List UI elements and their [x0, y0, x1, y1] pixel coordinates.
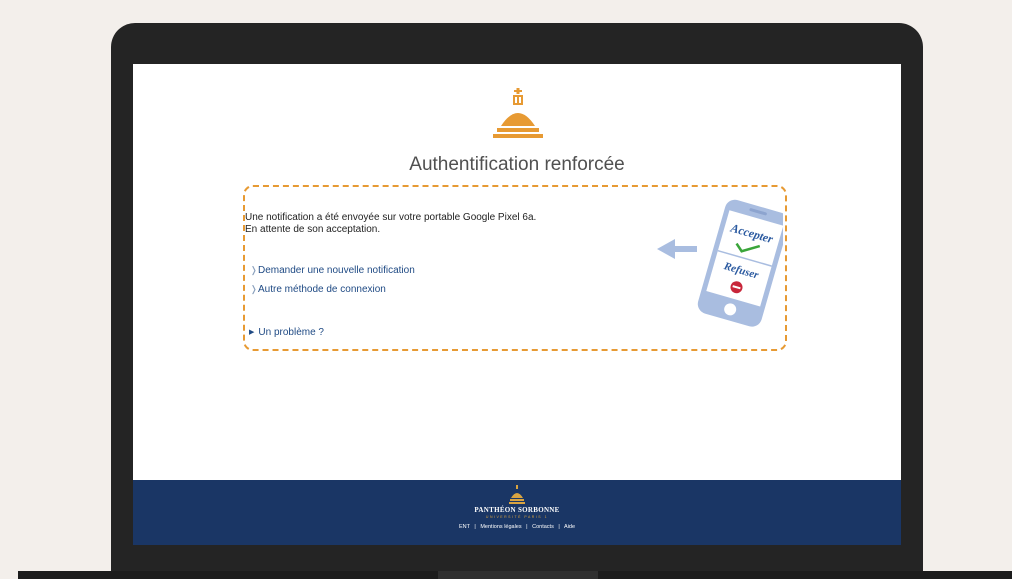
footer-separator: |: [558, 524, 560, 530]
footer-separator: |: [474, 524, 476, 530]
footer-link-contacts[interactable]: Contacts: [532, 524, 554, 530]
phone-icon: Accepter Refuser: [697, 199, 783, 327]
footer-links: ENT | Mentions légales | Contacts | Aide: [133, 524, 901, 530]
chevron-right-icon: ❭: [250, 265, 258, 275]
laptop-base: [18, 571, 1012, 579]
footer-link-ent[interactable]: ENT: [459, 524, 470, 530]
other-method-label: Autre méthode de connexion: [258, 284, 386, 295]
problem-toggle[interactable]: ▶ Un problème ?: [249, 327, 324, 338]
footer-link-mentions[interactable]: Mentions légales: [480, 524, 521, 530]
footer: PANTHÉON SORBONNE UNIVERSITÉ PARIS 1 ENT…: [133, 480, 901, 545]
pantheon-footer-logo-icon: [509, 485, 525, 504]
other-method-link[interactable]: ❭ Autre méthode de connexion: [250, 284, 386, 295]
triangle-right-icon: ▶: [249, 329, 255, 336]
chevron-right-icon: ❭: [250, 284, 258, 294]
arrow-left-icon: [657, 239, 697, 259]
screen: Authentification renforcée Une notificat…: [133, 64, 901, 545]
problem-label: Un problème ?: [258, 327, 324, 338]
footer-link-aide[interactable]: Aide: [564, 524, 575, 530]
new-notification-link[interactable]: ❭ Demander une nouvelle notification: [250, 265, 415, 276]
new-notification-label: Demander une nouvelle notification: [258, 265, 415, 276]
pantheon-logo-icon: [493, 88, 543, 138]
footer-brand: PANTHÉON SORBONNE: [474, 506, 560, 514]
page-title: Authentification renforcée: [409, 154, 625, 175]
footer-brand-sub: UNIVERSITÉ PARIS 1: [485, 515, 549, 519]
footer-separator: |: [526, 524, 528, 530]
notification-message: Une notification a été envoyée sur votre…: [245, 212, 536, 236]
message-line-2: En attente de son acceptation.: [245, 224, 381, 235]
phone-illustration: Accepter Refuser: [657, 199, 783, 327]
message-line-1: Une notification a été envoyée sur votre…: [245, 212, 537, 223]
laptop-notch: [438, 571, 598, 579]
